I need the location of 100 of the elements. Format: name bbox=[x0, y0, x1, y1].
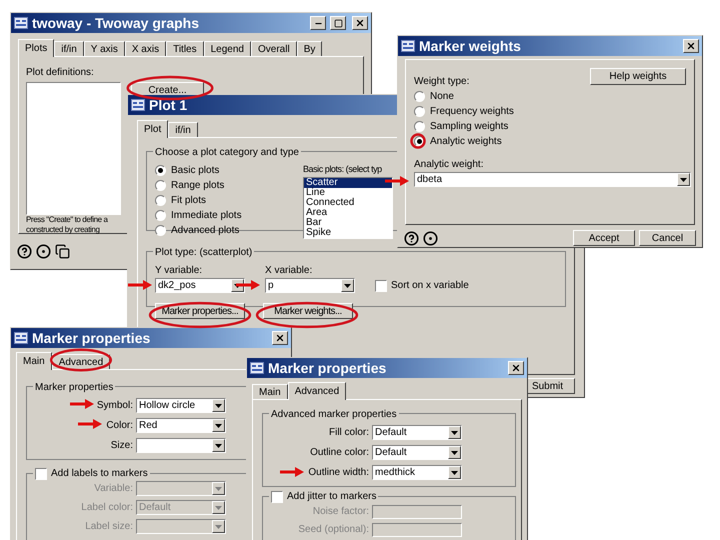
help-icon[interactable] bbox=[17, 244, 32, 259]
close-button[interactable] bbox=[683, 39, 699, 53]
field-label: X variable: bbox=[265, 264, 314, 278]
group-title: Advanced marker properties bbox=[271, 409, 397, 420]
checkbox-label: Add jitter to markers bbox=[287, 490, 376, 504]
push-button[interactable]: Accept bbox=[573, 230, 635, 246]
field-label: Label color: bbox=[80, 501, 133, 515]
circle-icon[interactable] bbox=[36, 244, 51, 259]
push-button[interactable]: Help weights bbox=[590, 68, 686, 85]
tab[interactable]: Plot bbox=[137, 120, 168, 138]
list-item[interactable]: Spike bbox=[304, 228, 392, 238]
list-label: Basic plots: (select typ bbox=[303, 163, 383, 176]
field-label: Size: bbox=[110, 439, 133, 453]
window-title: Marker properties bbox=[32, 328, 150, 348]
close-button[interactable] bbox=[352, 16, 368, 30]
tab[interactable]: Y axis bbox=[84, 41, 125, 56]
push-button[interactable]: Cancel bbox=[639, 230, 696, 246]
input-field[interactable] bbox=[372, 504, 462, 518]
checkbox-label: Sort on x variable bbox=[391, 279, 469, 293]
caret-icon bbox=[212, 399, 225, 412]
close-button[interactable] bbox=[508, 361, 524, 375]
list-item[interactable]: Area bbox=[304, 208, 392, 218]
window-icon bbox=[401, 40, 415, 52]
tab[interactable]: Legend bbox=[204, 41, 251, 56]
dropdown-field[interactable]: Default bbox=[372, 425, 462, 440]
dropdown-field[interactable] bbox=[136, 519, 226, 534]
tab[interactable]: Overall bbox=[251, 41, 297, 56]
radio-button[interactable] bbox=[155, 195, 166, 206]
arrow-icon bbox=[78, 419, 102, 429]
help-icon[interactable] bbox=[404, 230, 419, 246]
window-icon bbox=[250, 362, 264, 374]
tab[interactable]: By bbox=[296, 41, 322, 56]
tab[interactable]: Plots bbox=[18, 39, 54, 57]
tab[interactable]: Advanced bbox=[288, 382, 346, 400]
list-item[interactable]: Scatter bbox=[304, 178, 392, 188]
dropdown-field[interactable]: Hollow circle bbox=[136, 398, 226, 413]
dropdown-field[interactable] bbox=[136, 438, 226, 453]
arrow-icon bbox=[236, 280, 260, 290]
list-item[interactable]: Bar bbox=[304, 218, 392, 228]
list-label: Plot definitions: bbox=[26, 66, 95, 80]
minimize-button[interactable] bbox=[310, 16, 326, 30]
dropdown-field[interactable]: dk2_pos bbox=[155, 278, 245, 293]
highlight-ellipse bbox=[50, 348, 112, 372]
dropdown-field[interactable]: p bbox=[265, 278, 355, 293]
radio-button[interactable] bbox=[155, 225, 166, 236]
window-title: twoway - Twoway graphs bbox=[32, 14, 199, 33]
caret-icon bbox=[212, 439, 225, 452]
checkbox[interactable] bbox=[271, 490, 283, 502]
list-item[interactable]: Line bbox=[304, 188, 392, 198]
radio-label: Sampling weights bbox=[430, 120, 508, 134]
highlight-circle bbox=[410, 133, 426, 149]
window-title: Plot 1 bbox=[149, 96, 188, 114]
close-icon bbox=[511, 363, 521, 373]
field-label: Color: bbox=[106, 419, 133, 433]
field-label: Seed (optional): bbox=[297, 523, 369, 537]
checkbox[interactable] bbox=[375, 280, 387, 292]
maximize-icon bbox=[334, 18, 342, 28]
tab[interactable]: Titles bbox=[166, 41, 204, 56]
field-label: Outline color: bbox=[310, 446, 369, 460]
radio-button[interactable] bbox=[414, 121, 425, 132]
tab[interactable]: X axis bbox=[124, 41, 166, 56]
window-title: Marker weights bbox=[419, 36, 521, 56]
radio-button[interactable] bbox=[155, 165, 166, 176]
field-label: Weight type: bbox=[414, 75, 470, 89]
maximize-button[interactable] bbox=[330, 16, 346, 30]
field-label: Outline width: bbox=[308, 466, 369, 480]
arrow-icon bbox=[385, 176, 409, 186]
arrow-icon bbox=[280, 467, 304, 477]
plot-type-list[interactable]: Scatter Line Connected Area Bar Spike bbox=[303, 176, 393, 238]
arrow-icon bbox=[70, 399, 94, 409]
radio-button[interactable] bbox=[155, 180, 166, 191]
dropdown-field[interactable]: dbeta bbox=[414, 172, 691, 187]
radio-label: Frequency weights bbox=[430, 105, 514, 119]
arrow-icon bbox=[128, 280, 152, 290]
checkbox[interactable] bbox=[35, 468, 47, 480]
input-field[interactable] bbox=[372, 522, 462, 536]
radio-button[interactable] bbox=[414, 91, 425, 102]
caret-icon bbox=[212, 419, 225, 432]
dropdown-field[interactable] bbox=[136, 481, 226, 496]
dropdown-field[interactable]: medthick bbox=[372, 465, 462, 480]
caret-icon bbox=[212, 520, 225, 533]
radio-label: None bbox=[430, 90, 454, 104]
window-icon bbox=[131, 99, 145, 111]
copy-icon[interactable] bbox=[55, 244, 70, 259]
hint-text: constructed by creating bbox=[26, 225, 100, 235]
circle-icon[interactable] bbox=[423, 230, 438, 246]
tab[interactable]: if/in bbox=[168, 122, 198, 137]
caret-icon bbox=[341, 279, 354, 292]
tab[interactable]: Main bbox=[16, 352, 52, 370]
tab[interactable]: Main bbox=[252, 384, 288, 399]
close-button[interactable] bbox=[272, 331, 288, 345]
radio-button[interactable] bbox=[414, 106, 425, 117]
dropdown-field[interactable]: Default bbox=[372, 445, 462, 460]
radio-label: Basic plots bbox=[171, 164, 220, 178]
radio-button[interactable] bbox=[155, 210, 166, 221]
tab[interactable]: if/in bbox=[54, 41, 84, 56]
radio-label: Immediate plots bbox=[171, 209, 242, 223]
radio-label: Analytic weights bbox=[430, 135, 502, 149]
dropdown-field[interactable]: Red bbox=[136, 418, 226, 433]
list-item[interactable]: Connected bbox=[304, 198, 392, 208]
